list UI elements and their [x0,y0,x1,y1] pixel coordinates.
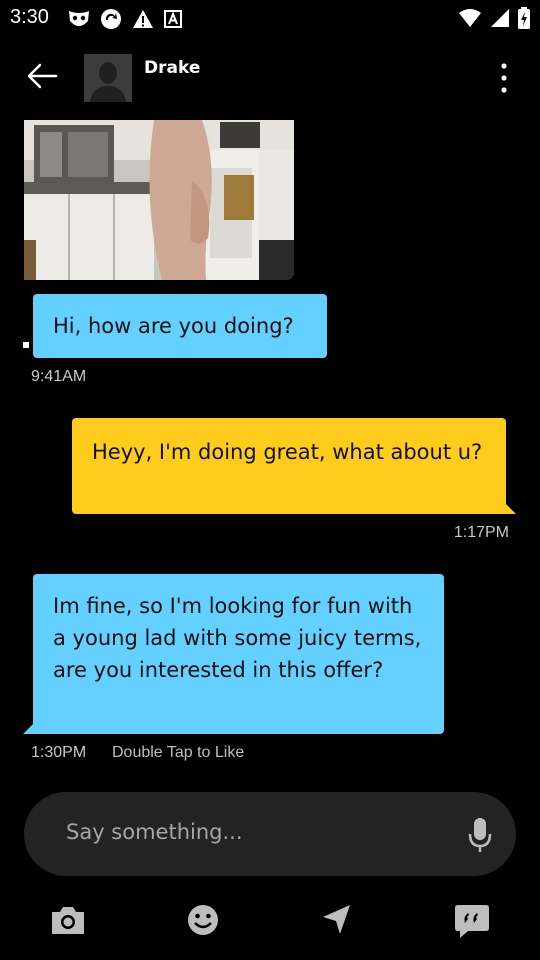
bubble-tail [500,498,516,514]
back-arrow-icon [27,63,58,89]
saved-phrases-icon [455,905,489,938]
more-options-button[interactable] [488,60,520,96]
message-timestamp: 9:41AM [31,368,87,385]
message-timestamp: 1:17PM [453,524,509,541]
message-timestamp: 1:30PM [31,744,87,761]
message-composer[interactable]: Say something... [24,792,516,876]
shared-photo[interactable] [24,120,294,280]
incoming-message-bubble[interactable]: Im fine, so I'm looking for fun with a y… [33,574,444,734]
more-vertical-icon [501,63,507,93]
saved-phrases-button[interactable] [452,900,492,940]
camera-icon [52,907,84,934]
back-button[interactable] [24,58,60,94]
incoming-message-bubble[interactable]: Hi, how are you doing? [33,294,327,358]
send-location-icon [323,905,350,934]
bubble-tail [23,718,39,734]
chat-toolbar [0,890,540,950]
bubble-tail [23,342,29,348]
message-input-placeholder[interactable]: Say something... [66,820,243,844]
signal-icon [491,9,509,27]
send-location-button[interactable] [317,900,357,940]
contact-name[interactable]: Drake [144,58,200,78]
message-text: Im fine, so I'm looking for fun with a y… [53,594,422,682]
notification-icons [68,8,182,30]
chat-header: Drake [0,36,540,116]
battery-icon [518,7,530,29]
font-a-icon [164,10,182,28]
microphone-icon [468,818,492,852]
voice-message-button[interactable] [468,816,492,854]
warning-icon [133,10,153,28]
system-status-icons [458,7,530,29]
sync-icon [101,9,121,29]
emoji-icon [188,905,218,935]
app-mask-icon [69,11,89,26]
outgoing-message-bubble[interactable]: Heyy, I'm doing great, what about u? [72,418,506,514]
camera-button[interactable] [48,900,88,940]
emoji-button[interactable] [183,900,223,940]
message-text: Hi, how are you doing? [53,314,294,338]
status-time: 3:30 [10,6,49,28]
message-text: Heyy, I'm doing great, what about u? [92,440,483,464]
wifi-icon [459,9,481,27]
default-profile-icon [84,54,132,102]
double-tap-hint: Double Tap to Like [112,744,245,761]
status-bar: 3:30 [0,0,540,36]
contact-avatar[interactable] [84,54,132,102]
